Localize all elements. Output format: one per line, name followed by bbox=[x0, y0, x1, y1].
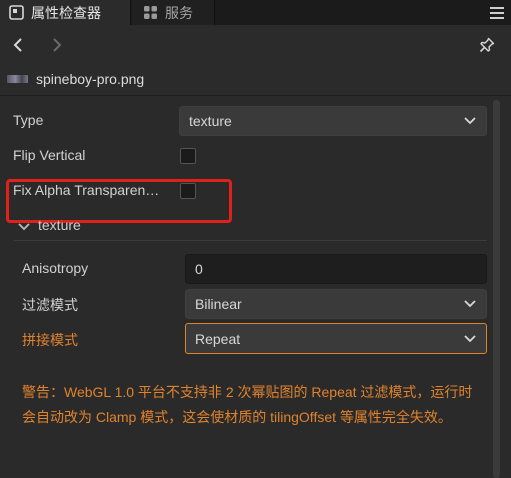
filter-mode-select[interactable]: Bilinear bbox=[185, 289, 487, 319]
chevron-right-icon bbox=[53, 38, 62, 52]
section-title: texture bbox=[38, 217, 81, 233]
repeat-warning-text: 警告：WebGL 1.0 平台不支持非 2 次幂贴图的 Repeat 过滤模式，… bbox=[22, 384, 473, 425]
chevron-down-icon bbox=[464, 334, 476, 342]
chevron-down-icon bbox=[464, 117, 476, 125]
type-value: texture bbox=[189, 113, 232, 129]
tab-label: 属性检查器 bbox=[31, 4, 101, 21]
back-button[interactable] bbox=[9, 36, 27, 54]
flip-vertical-checkbox[interactable] bbox=[180, 148, 196, 164]
anisotropy-input[interactable]: 0 bbox=[185, 254, 487, 284]
pin-icon bbox=[479, 37, 495, 53]
forward-button[interactable] bbox=[48, 36, 66, 54]
anisotropy-value: 0 bbox=[195, 261, 203, 277]
image-thumbnail-icon bbox=[7, 75, 28, 83]
panel-menu-button[interactable] bbox=[483, 0, 511, 25]
services-icon bbox=[144, 6, 157, 19]
chevron-down-icon bbox=[18, 223, 30, 231]
chevron-down-icon bbox=[464, 300, 476, 308]
tab-services[interactable]: 服务 bbox=[132, 0, 215, 25]
wrap-mode-select[interactable]: Repeat bbox=[185, 323, 487, 354]
tab-bar: 属性检查器 服务 bbox=[0, 0, 511, 25]
menu-icon bbox=[490, 6, 504, 19]
anisotropy-label: Anisotropy bbox=[22, 260, 89, 276]
section-divider bbox=[14, 240, 487, 241]
asset-header: spineboy-pro.png bbox=[0, 65, 511, 96]
wrap-mode-label: 拼接模式 bbox=[22, 332, 78, 348]
inspector-icon bbox=[9, 5, 24, 20]
filter-mode-value: Bilinear bbox=[195, 296, 242, 312]
flip-vertical-label: Flip Vertical bbox=[13, 147, 86, 163]
tab-inspector[interactable]: 属性检查器 bbox=[0, 0, 131, 25]
texture-section-header[interactable]: texture bbox=[14, 215, 214, 237]
type-select[interactable]: texture bbox=[179, 106, 487, 136]
chevron-left-icon bbox=[13, 38, 22, 52]
wrap-mode-value: Repeat bbox=[195, 330, 241, 347]
nav-bar bbox=[0, 25, 511, 65]
filter-mode-label: 过滤模式 bbox=[22, 297, 78, 313]
tab-label: 服务 bbox=[165, 4, 193, 21]
asset-name: spineboy-pro.png bbox=[36, 71, 145, 87]
scrollbar[interactable] bbox=[493, 100, 500, 478]
pin-button[interactable] bbox=[478, 36, 496, 54]
type-label: Type bbox=[13, 112, 44, 128]
